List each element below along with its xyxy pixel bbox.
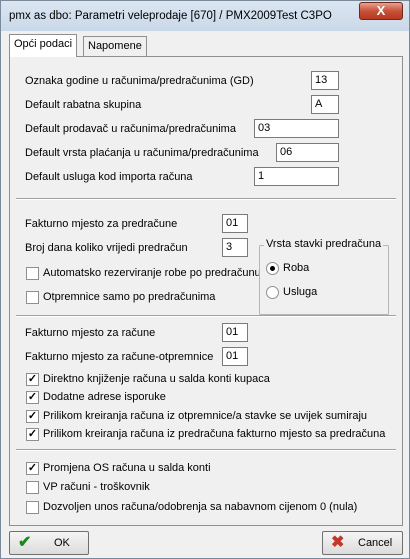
rabatna-skupina-label: Default rabatna skupina	[25, 99, 142, 111]
rabatna-skupina-input[interactable]: A	[311, 95, 339, 114]
divider	[16, 449, 396, 451]
broj-dana-label: Broj dana koliko vrijedi predračun	[25, 242, 188, 254]
otpremnice-label: Otpremnice samo po predračunima	[43, 291, 216, 303]
sumiranje-stavki-label: Prilikom kreiranja računa iz otpremnice/…	[43, 410, 368, 422]
close-button[interactable]: X	[359, 2, 403, 20]
fakturno-otpremnice-input[interactable]: 01	[222, 347, 248, 366]
usluga-label: Usluga	[283, 286, 318, 298]
radio-dot	[270, 266, 275, 271]
tab-napomene[interactable]: Napomene	[83, 36, 147, 56]
otpremnice-checkbox[interactable]	[26, 291, 39, 304]
cancel-label: Cancel	[358, 537, 393, 549]
tab-bar: Opći podaci Napomene	[9, 34, 403, 57]
nabavna-cijena-checkbox[interactable]	[26, 501, 39, 514]
fakturno-predracuna-label: Prilikom kreiranja računa iz predračuna …	[43, 428, 386, 440]
fakturno-racune-input[interactable]: 01	[222, 323, 248, 342]
title-bar: pmx as dbo: Parametri veleprodaje [670] …	[1, 1, 409, 31]
vrsta-placanja-label: Default vrsta plaćanja u računima/predra…	[25, 147, 259, 159]
roba-radio[interactable]	[266, 262, 279, 275]
vp-racuni-checkbox[interactable]	[26, 481, 39, 494]
dodatne-adrese-label: Dodatne adrese isporuke	[43, 391, 166, 403]
promjena-os-checkbox[interactable]: ✓	[26, 462, 39, 475]
usluga-import-input[interactable]: 1	[254, 167, 339, 186]
prodavac-label: Default prodavač u računima/predračunima	[25, 123, 236, 135]
vrsta-placanja-input[interactable]: 06	[276, 143, 339, 162]
fakturno-predracune-label: Fakturno mjesto za predračune	[25, 218, 178, 230]
tab-panel: Oznaka godine u računima/predračunima (G…	[9, 56, 403, 526]
window-title: pmx as dbo: Parametri veleprodaje [670] …	[9, 10, 332, 22]
nabavna-cijena-label: Dozvoljen unos računa/odobrenja sa nabav…	[43, 501, 358, 513]
oznaka-godine-label: Oznaka godine u računima/predračunima (G…	[25, 75, 254, 87]
automatsko-rezerviranje-checkbox[interactable]	[26, 267, 39, 280]
dialog-window: pmx as dbo: Parametri veleprodaje [670] …	[0, 0, 410, 559]
dodatne-adrese-checkbox[interactable]: ✓	[26, 391, 39, 404]
usluga-import-label: Default usluga kod importa računa	[25, 171, 193, 183]
fakturno-predracune-input[interactable]: 01	[222, 214, 248, 233]
sumiranje-stavki-checkbox[interactable]: ✓	[26, 410, 39, 423]
close-icon: X	[376, 3, 386, 18]
divider	[16, 315, 396, 317]
ok-label: OK	[54, 537, 70, 549]
direktno-knjizenje-label: Direktno knjiženje računa u salda konti …	[43, 373, 270, 385]
divider	[16, 198, 396, 200]
vp-racuni-label: VP računi - troškovnik	[43, 481, 150, 493]
tab-opci-podaci[interactable]: Opći podaci	[9, 34, 78, 57]
roba-label: Roba	[283, 262, 310, 274]
checkmark-icon: ✔	[18, 534, 32, 551]
vrsta-stavki-title: Vrsta stavki predračuna	[264, 238, 384, 250]
fakturno-otpremnice-label: Fakturno mjesto za račune-otpremnice	[25, 351, 214, 363]
fakturno-racune-label: Fakturno mjesto za račune	[25, 327, 156, 339]
prodavac-input[interactable]: 03	[254, 119, 339, 138]
ok-button[interactable]: ✔ OK	[9, 531, 89, 555]
automatsko-rezerviranje-label: Automatsko rezerviranje robe po predraču…	[43, 267, 261, 279]
vrsta-stavki-groupbox	[259, 245, 389, 315]
tab-label: Napomene	[88, 40, 142, 52]
oznaka-godine-input[interactable]: 13	[311, 71, 339, 90]
promjena-os-label: Promjena OS računa u salda konti	[43, 462, 211, 474]
x-icon: ✖	[331, 534, 345, 551]
usluga-radio[interactable]	[266, 286, 279, 299]
broj-dana-input[interactable]: 3	[222, 238, 248, 257]
direktno-knjizenje-checkbox[interactable]: ✓	[26, 373, 39, 386]
cancel-button[interactable]: ✖ Cancel	[322, 531, 403, 555]
tab-label: Opći podaci	[14, 38, 73, 50]
fakturno-predracuna-checkbox[interactable]: ✓	[26, 428, 39, 441]
